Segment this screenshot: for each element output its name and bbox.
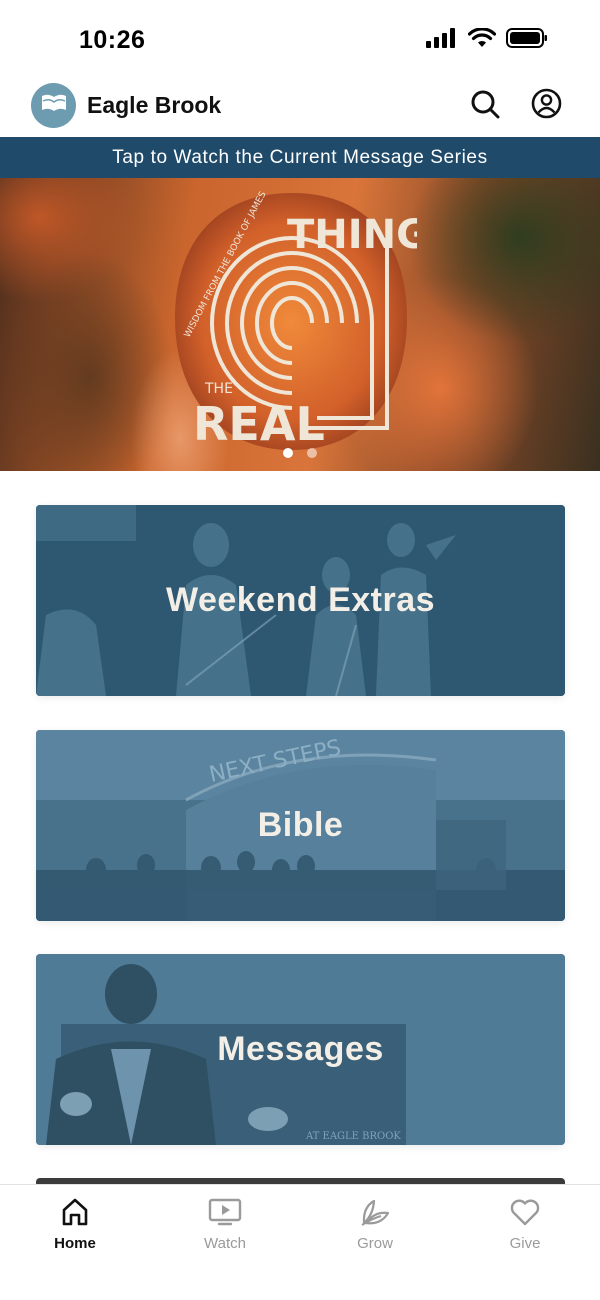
signal-icon [426,28,458,53]
leaf-icon [358,1195,392,1229]
bottom-tab-bar: Home Watch Grow Give [0,1184,600,1300]
home-icon [58,1195,92,1229]
carousel-pagination [0,448,600,458]
wifi-icon [467,27,497,53]
app-title: Eagle Brook [87,92,222,118]
account-button[interactable] [530,88,562,124]
status-icons [426,27,548,53]
bible-label: Bible [257,806,344,844]
tab-give[interactable]: Give [475,1195,575,1252]
series-artwork: THING THE REAL WISDOM FROM THE BOOK OF J… [175,190,417,451]
play-screen-icon [208,1195,242,1229]
messages-label: Messages [217,1030,384,1068]
weekend-extras-card[interactable]: Weekend Extras [36,505,565,696]
stage-sign-text: AT EAGLE BROOK [305,1131,401,1142]
tab-watch[interactable]: Watch [175,1195,275,1252]
tab-grow[interactable]: Grow [325,1195,425,1252]
status-bar: 10:26 [0,0,600,80]
tab-watch-label: Watch [204,1235,246,1252]
series-title-bottom: REAL [193,397,325,451]
status-time: 10:26 [79,26,146,54]
tab-give-label: Give [509,1235,541,1252]
battery-icon [506,28,548,53]
heart-icon [508,1195,542,1229]
search-button[interactable] [469,90,501,122]
hero-carousel[interactable]: THING THE REAL WISDOM FROM THE BOOK OF J… [0,178,600,471]
messages-card[interactable]: AT EAGLE BROOK Messages [36,954,565,1145]
app-header: Eagle Brook [0,80,600,136]
series-title-small: THE [204,381,233,397]
carousel-dot-1[interactable] [283,448,293,458]
current-series-banner[interactable]: Tap to Watch the Current Message Series [0,137,600,178]
tab-home[interactable]: Home [25,1195,125,1252]
tab-grow-label: Grow [357,1235,393,1252]
weekend-extras-label: Weekend Extras [165,581,436,619]
tab-home-label: Home [54,1235,96,1252]
search-icon [470,89,500,124]
bible-card[interactable]: NEXT STEPS Bible [36,730,565,921]
user-circle-icon [531,88,562,124]
app-logo [31,83,76,128]
book-logo-icon [40,92,68,119]
series-title-top: THING [287,212,417,258]
carousel-dot-2[interactable] [307,448,317,458]
